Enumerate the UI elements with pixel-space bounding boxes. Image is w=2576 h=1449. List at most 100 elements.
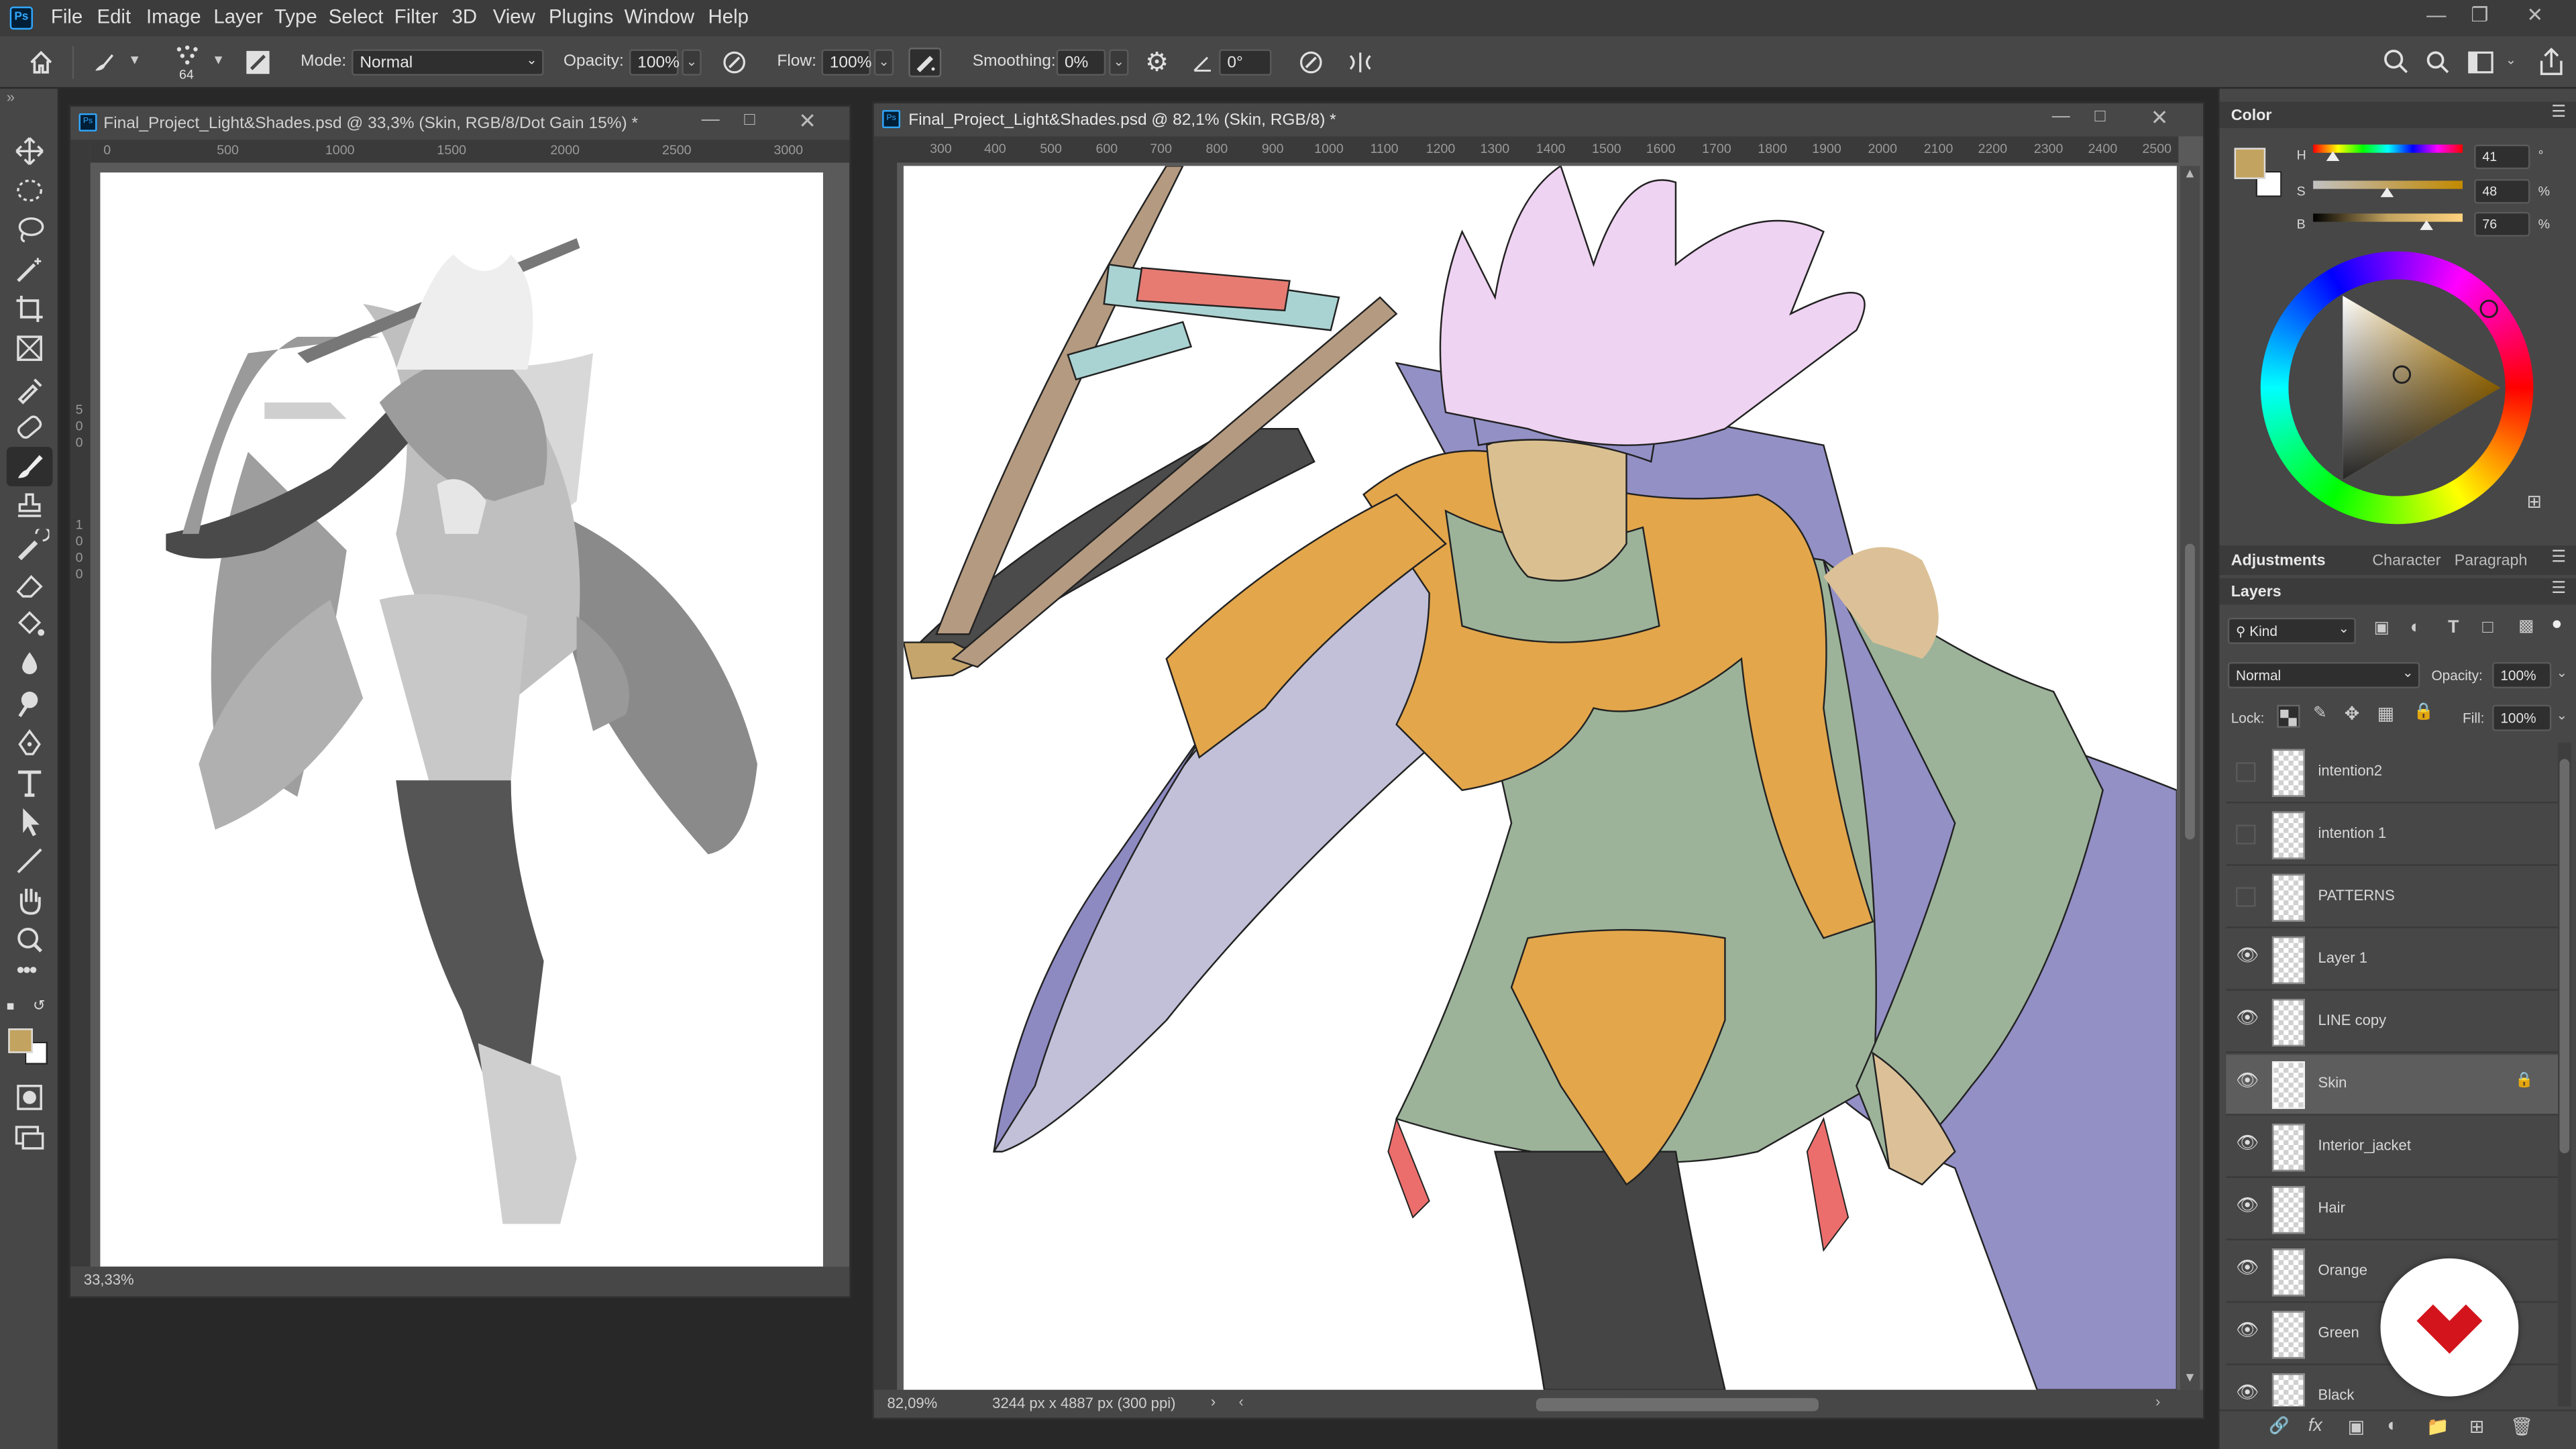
status-chevron-icon[interactable]: › (1211, 1393, 1216, 1409)
app-close-button[interactable]: ✕ (2527, 3, 2544, 26)
left-zoom-level[interactable]: 33,33% (84, 1272, 134, 1288)
hand-tool-icon[interactable] (10, 884, 50, 917)
layer-row-intention-1[interactable]: intention 1 (2226, 805, 2568, 866)
scroll-right-icon[interactable]: › (2155, 1393, 2160, 1409)
color-panel-title[interactable]: Color (2231, 107, 2272, 125)
crop-tool-icon[interactable] (10, 292, 50, 325)
pressure-opacity-icon[interactable] (721, 49, 747, 75)
angle-field[interactable]: 0° (1219, 49, 1272, 76)
saturation-slider[interactable] (2313, 180, 2463, 197)
eyedropper-tool-icon[interactable] (10, 371, 50, 405)
lasso-tool-icon[interactable] (10, 213, 50, 246)
screen-mode-icon[interactable] (10, 1120, 50, 1153)
chevron-down-icon[interactable]: ⌄ (2506, 52, 2516, 67)
scroll-left-icon[interactable]: ‹ (1239, 1393, 1244, 1409)
brightness-slider[interactable] (2313, 213, 2463, 230)
new-layer-icon[interactable]: ⊞ (2469, 1416, 2485, 1437)
layer-row-hair[interactable]: 👁 Hair (2226, 1179, 2568, 1240)
layer-opacity-field[interactable]: 100% (2492, 661, 2552, 689)
vertical-scrollbar[interactable]: ▲ ▼ (2180, 166, 2200, 1390)
layer-row-intention2[interactable]: intention2 (2226, 743, 2568, 804)
layer-row-interior-jacket[interactable]: 👁 Interior_jacket (2226, 1117, 2568, 1178)
zoom-tool-icon[interactable] (10, 923, 50, 956)
brush-settings-icon[interactable] (245, 49, 271, 75)
adjustment-layer-icon[interactable]: ◐ (2387, 1416, 2398, 1436)
menu-3d[interactable]: 3D (451, 5, 477, 28)
menu-select[interactable]: Select (329, 5, 384, 28)
tab-character[interactable]: Character (2372, 552, 2440, 570)
lock-transparent-icon[interactable] (2277, 704, 2300, 728)
airbrush-icon[interactable] (908, 48, 942, 78)
minimize-icon[interactable]: — (2052, 107, 2070, 126)
brush-preset-icon[interactable] (174, 44, 201, 67)
menu-edit[interactable]: Edit (97, 5, 131, 28)
menu-window[interactable]: Window (625, 5, 695, 28)
filter-shape-icon[interactable]: □ (2482, 618, 2493, 637)
menu-plugins[interactable]: Plugins (549, 5, 613, 28)
layer-row-layer-1[interactable]: 👁 Layer 1 (2226, 930, 2568, 991)
lock-pixels-icon[interactable]: ✎ (2313, 705, 2327, 723)
magic-wand-tool-icon[interactable] (10, 253, 50, 286)
chevron-down-icon[interactable]: ⌄ (2557, 708, 2567, 723)
right-zoom-level[interactable]: 82,09% (887, 1395, 937, 1411)
add-swatch-icon[interactable]: ⊞ (2527, 491, 2542, 513)
stamp-tool-icon[interactable] (10, 490, 50, 523)
blur-tool-icon[interactable] (10, 647, 50, 680)
brush-tool-icon[interactable] (91, 49, 117, 75)
lock-all-icon[interactable]: 🔒 (2414, 703, 2434, 721)
chevron-down-icon[interactable]: ▼ (212, 52, 225, 67)
move-tool-icon[interactable] (10, 135, 50, 168)
hue-field[interactable]: 41 (2474, 144, 2530, 170)
opacity-field[interactable]: 100% (629, 49, 680, 76)
symmetry-icon[interactable] (1347, 49, 1373, 75)
restore-icon[interactable]: □ (744, 110, 755, 129)
search-icon[interactable] (2425, 49, 2451, 75)
visibility-toggle-off[interactable] (2236, 824, 2256, 845)
lock-icon[interactable]: 🔒 (2515, 1071, 2533, 1089)
share-icon[interactable] (2538, 48, 2565, 77)
visibility-toggle-off[interactable] (2236, 762, 2256, 782)
filter-smart-object-icon[interactable]: ▩ (2518, 618, 2534, 636)
blend-mode-select[interactable]: Normal ⌄ (2227, 661, 2420, 689)
new-group-icon[interactable]: 📁 (2426, 1416, 2449, 1437)
filter-adjustment-icon[interactable]: ◐ (2410, 618, 2421, 637)
filter-type-icon[interactable]: T (2448, 618, 2459, 637)
visibility-toggle-off[interactable] (2236, 887, 2256, 907)
menu-file[interactable]: File (51, 5, 83, 28)
right-document-titlebar[interactable]: Ps Final_Project_Light&Shades.psd @ 82,1… (873, 103, 2204, 137)
mode-select[interactable]: Normal ⌄ (352, 49, 544, 76)
foreground-color-swatch[interactable] (8, 1028, 33, 1053)
layer-row-patterns[interactable]: PATTERNS (2226, 867, 2568, 928)
flow-field[interactable]: 100% (821, 49, 871, 76)
photoshop-logo[interactable]: Ps (9, 6, 33, 30)
type-tool-icon[interactable] (10, 765, 50, 798)
collapse-toolbar-icon[interactable]: » (7, 89, 15, 105)
flow-dropdown[interactable]: ⌄ (873, 49, 894, 76)
panel-menu-icon[interactable]: ☰ (2551, 580, 2566, 598)
eye-icon[interactable]: 👁 (2236, 1007, 2259, 1028)
saturation-slider-handle[interactable] (2380, 187, 2394, 197)
healing-brush-tool-icon[interactable] (10, 411, 50, 443)
tab-paragraph[interactable]: Paragraph (2455, 552, 2528, 570)
layers-panel-title[interactable]: Layers (2231, 583, 2282, 601)
foreground-color-chip[interactable] (2234, 148, 2266, 179)
color-triangle[interactable] (2261, 252, 2534, 525)
pressure-size-icon[interactable] (1298, 49, 1324, 75)
pen-tool-icon[interactable] (10, 726, 50, 759)
layer-row-line-copy[interactable]: 👁 LINE copy (2226, 992, 2568, 1053)
frame-tool-icon[interactable] (10, 332, 50, 365)
left-canvas[interactable] (100, 172, 823, 1267)
brush-tool-icon[interactable] (10, 450, 50, 483)
gear-icon[interactable]: ⚙ (1145, 46, 1169, 79)
scroll-up-icon[interactable]: ▲ (2184, 166, 2196, 180)
eye-icon[interactable]: 👁 (2236, 1256, 2259, 1278)
panel-menu-icon[interactable]: ☰ (2551, 103, 2566, 121)
layer-style-icon[interactable]: fx (2308, 1416, 2322, 1436)
brightness-slider-handle[interactable] (2420, 220, 2433, 230)
eye-icon[interactable]: 👁 (2236, 945, 2259, 966)
panel-menu-icon[interactable]: ☰ (2551, 549, 2566, 567)
link-layers-icon[interactable]: 🔗 (2269, 1417, 2289, 1436)
left-document-titlebar[interactable]: Ps Final_Project_Light&Shades.psd @ 33,3… (70, 107, 850, 140)
restore-icon[interactable]: □ (2094, 107, 2105, 126)
default-colors-icon[interactable]: ■ (7, 999, 15, 1014)
